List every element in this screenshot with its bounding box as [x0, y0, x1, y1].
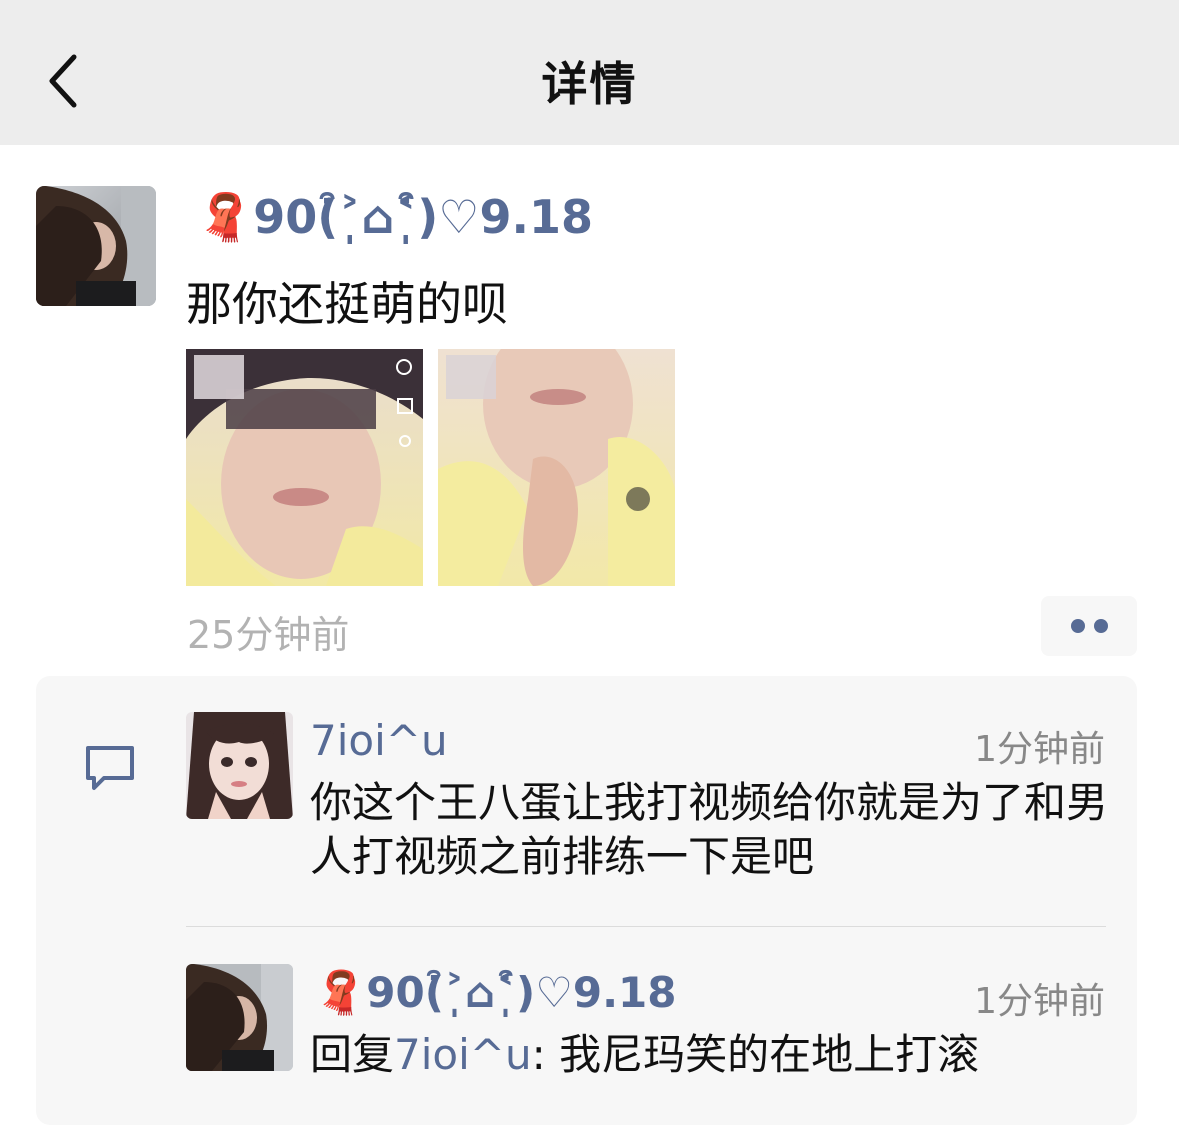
avatar-image	[186, 964, 293, 1071]
reply-to-link[interactable]: 7ioi^u	[394, 1030, 532, 1079]
scarf-badge: 🧣	[314, 968, 367, 1017]
nav-bar: 详情	[0, 0, 1179, 145]
comments-section: 7ioi^u 1分钟前 你这个王八蛋让我打视频给你就是为了和男人打视频之前排练一…	[36, 676, 1137, 1125]
comment-text: 你这个王八蛋让我打视频给你就是为了和男人打视频之前排练一下是吧	[310, 778, 1109, 881]
avatar-image	[36, 186, 156, 306]
post-author-avatar[interactable]	[36, 186, 156, 306]
page-title: 详情	[541, 57, 638, 111]
comment-divider	[186, 926, 1106, 927]
comment-avatar[interactable]	[186, 964, 293, 1071]
comment-text: 回复7ioi^u: 我尼玛笑的在地上打滚	[310, 1030, 980, 1079]
comment-time: 1分钟前	[974, 729, 1105, 770]
avatar-image	[186, 712, 293, 819]
comment-bubble-icon	[86, 746, 134, 790]
more-actions-button[interactable]	[1041, 596, 1137, 656]
comment-avatar[interactable]	[186, 712, 293, 819]
comment-time: 1分钟前	[974, 981, 1105, 1022]
post-time: 25分钟前	[187, 613, 350, 657]
post-text: 那你还挺萌的呗	[186, 277, 508, 331]
photo-image	[186, 349, 423, 586]
photo-image	[438, 349, 675, 586]
post-photo-1[interactable]	[186, 349, 423, 586]
comment-author[interactable]: 7ioi^u	[310, 716, 448, 765]
comment-author[interactable]: 🧣90(͒˃̩̩⌂˂̩̩͒)♡9.18	[314, 968, 676, 1018]
dot-icon	[1094, 619, 1108, 633]
scarf-badge: 🧣	[196, 190, 254, 244]
post-photo-2[interactable]	[438, 349, 675, 586]
post-author-name[interactable]: 🧣90(͒˃̩̩⌂˂̩̩͒)♡9.18	[196, 190, 593, 245]
dot-icon	[1071, 619, 1085, 633]
